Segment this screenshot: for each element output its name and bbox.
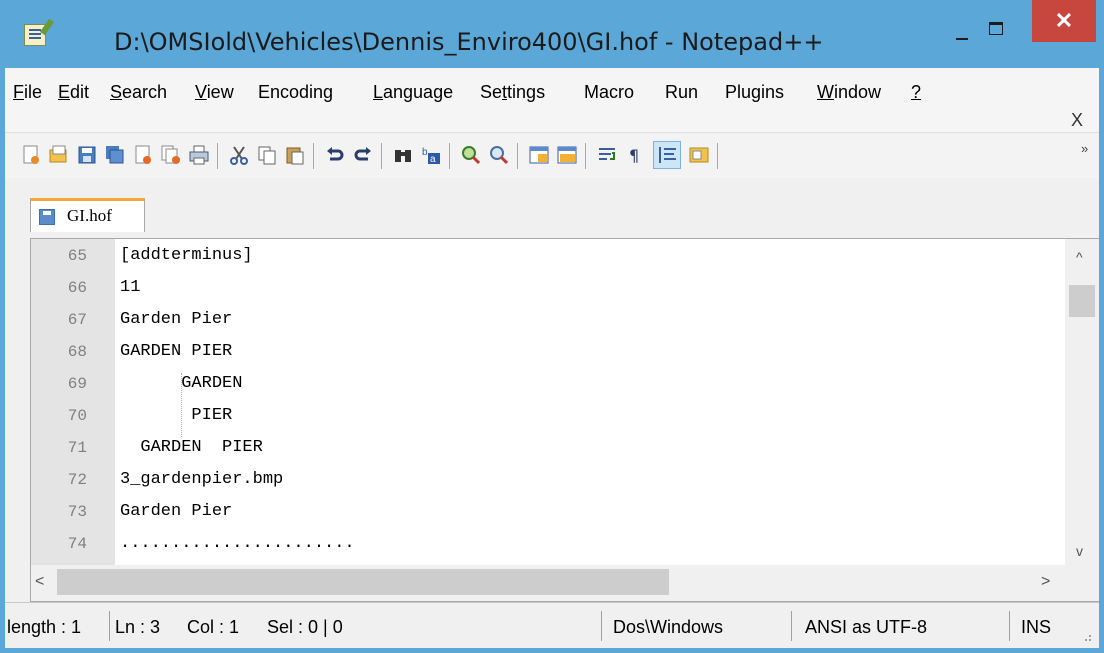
code-line[interactable]: ....................... <box>120 534 355 553</box>
tab-label: GI.hof <box>67 206 112 225</box>
sync-horizontal-icon[interactable] <box>557 145 577 165</box>
show-all-chars-icon[interactable]: ¶ <box>625 145 645 165</box>
save-all-icon[interactable] <box>105 145 125 165</box>
menu-file[interactable]: File <box>13 82 42 103</box>
horizontal-scrollbar[interactable]: < > <box>31 565 1065 601</box>
scroll-left-arrow-icon[interactable]: < <box>35 573 44 591</box>
status-insert-mode[interactable]: INS <box>1021 617 1051 638</box>
vertical-scroll-thumb[interactable] <box>1069 285 1095 317</box>
resize-grip-icon[interactable] <box>1079 629 1093 643</box>
vertical-scrollbar[interactable]: ^ v <box>1065 239 1099 565</box>
minimize-button[interactable] <box>944 16 980 46</box>
paste-icon[interactable] <box>285 145 305 165</box>
toolbar: ba ¶ » <box>5 132 1099 179</box>
scroll-down-arrow-icon[interactable]: v <box>1076 543 1083 559</box>
close-window-button[interactable]: ✕ <box>1032 0 1096 42</box>
status-selection: Sel : 0 | 0 <box>267 617 343 637</box>
zoom-out-icon[interactable] <box>489 145 509 165</box>
print-icon[interactable] <box>189 145 209 165</box>
undo-icon[interactable] <box>325 145 345 165</box>
close-icon[interactable] <box>133 145 153 165</box>
line-number: 73 <box>67 503 87 521</box>
close-all-icon[interactable] <box>161 145 181 165</box>
user-defined-language-icon[interactable] <box>689 145 709 165</box>
tab-gi-hof[interactable]: GI.hof <box>30 198 145 232</box>
editor: 65 66 67 68 69 70 71 72 73 74 [addtermin… <box>30 238 1099 602</box>
status-length: length : 1 <box>7 617 82 637</box>
zoom-in-icon[interactable] <box>461 145 481 165</box>
line-number: 71 <box>67 439 87 457</box>
code-line[interactable]: [addterminus] <box>120 246 253 265</box>
title-bar[interactable]: D:\OMSIold\Vehicles\Dennis_Enviro400\GI.… <box>0 0 1104 68</box>
menu-search[interactable]: Search <box>110 82 167 103</box>
tab-bar: GI.hof <box>5 198 1099 232</box>
svg-text:b: b <box>422 147 428 158</box>
menu-run[interactable]: Run <box>665 82 698 103</box>
scroll-right-arrow-icon[interactable]: > <box>1041 573 1050 591</box>
close-document-button[interactable]: X <box>1071 110 1083 131</box>
menu-help[interactable]: ? <box>911 82 921 103</box>
new-file-icon[interactable] <box>21 145 41 165</box>
line-number: 68 <box>67 343 87 361</box>
horizontal-scroll-thumb[interactable] <box>57 569 669 595</box>
notepadpp-app-icon[interactable] <box>24 24 46 46</box>
line-number: 72 <box>67 471 87 489</box>
replace-icon[interactable]: ba <box>421 145 441 165</box>
code-line[interactable]: 11 <box>120 278 140 297</box>
menu-encoding[interactable]: Encoding <box>258 82 333 103</box>
menu-view[interactable]: View <box>195 82 234 103</box>
menu-edit[interactable]: Edit <box>58 82 89 103</box>
code-line[interactable]: GARDEN PIER <box>120 342 232 361</box>
sync-vertical-icon[interactable] <box>529 145 549 165</box>
line-number-gutter: 65 66 67 68 69 70 71 72 73 74 <box>31 239 115 565</box>
svg-text:a: a <box>430 154 436 165</box>
status-bar: length : 1 Ln : 3 Col : 1 Sel : 0 | 0 Do… <box>5 602 1099 648</box>
code-area[interactable]: [addterminus] 11 Garden Pier GARDEN PIER… <box>115 239 1061 565</box>
svg-text:¶: ¶ <box>629 146 639 165</box>
saved-file-icon <box>39 209 55 225</box>
scroll-up-arrow-icon[interactable]: ^ <box>1076 249 1083 265</box>
line-number: 70 <box>67 407 87 425</box>
find-icon[interactable] <box>393 145 413 165</box>
save-icon[interactable] <box>77 145 97 165</box>
code-line[interactable]: PIER <box>120 406 232 425</box>
status-line: Ln : 3 <box>115 617 161 637</box>
status-column: Col : 1 <box>187 617 240 637</box>
code-line[interactable]: GARDEN PIER <box>120 438 262 457</box>
code-line[interactable]: GARDEN <box>120 374 242 393</box>
code-line[interactable]: Garden Pier <box>120 502 232 521</box>
line-number: 69 <box>67 375 87 393</box>
code-line[interactable]: Garden Pier <box>120 310 232 329</box>
word-wrap-icon[interactable] <box>597 145 617 165</box>
line-number: 66 <box>67 279 87 297</box>
menu-bar: File Edit Search View Encoding Language … <box>5 68 1099 132</box>
menu-window[interactable]: Window <box>817 82 881 103</box>
menu-language[interactable]: Language <box>373 82 453 103</box>
client-area: File Edit Search View Encoding Language … <box>5 68 1099 648</box>
open-file-icon[interactable] <box>49 145 69 165</box>
scrollbar-corner <box>1065 565 1099 601</box>
status-eol-format[interactable]: Dos\Windows <box>613 617 723 638</box>
indent-guide-icon[interactable] <box>653 141 681 169</box>
notepadpp-window: D:\OMSIold\Vehicles\Dennis_Enviro400\GI.… <box>0 0 1104 653</box>
menu-settings[interactable]: Settings <box>480 82 545 103</box>
redo-icon[interactable] <box>353 145 373 165</box>
maximize-button[interactable] <box>978 16 1014 46</box>
code-line[interactable]: 3_gardenpier.bmp <box>120 470 283 489</box>
line-number: 74 <box>67 535 87 553</box>
window-title: D:\OMSIold\Vehicles\Dennis_Enviro400\GI.… <box>114 28 824 56</box>
line-number: 67 <box>67 311 87 329</box>
menu-macro[interactable]: Macro <box>584 82 634 103</box>
toolbar-overflow-chevron-icon[interactable]: » <box>1081 141 1088 156</box>
menu-plugins[interactable]: Plugins <box>725 82 784 103</box>
line-number: 65 <box>67 247 87 265</box>
cut-icon[interactable] <box>229 145 249 165</box>
status-encoding[interactable]: ANSI as UTF-8 <box>805 617 927 638</box>
copy-icon[interactable] <box>257 145 277 165</box>
